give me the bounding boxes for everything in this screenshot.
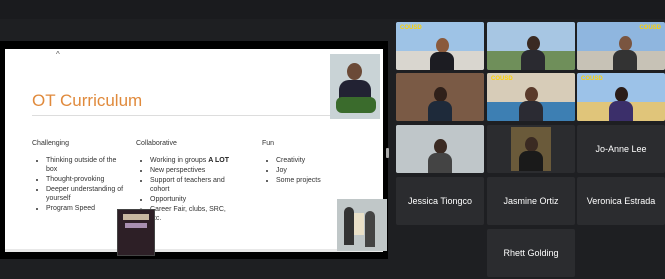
participant-video-tile[interactable] — [396, 73, 484, 121]
participant-video-tile[interactable] — [487, 22, 575, 70]
book-cover-band — [123, 214, 149, 220]
list-item: Opportunity — [150, 195, 236, 204]
column-heading: Collaborative — [136, 140, 177, 147]
list-item-text: Working in groups — [150, 157, 209, 164]
participant-name-tile[interactable]: Veronica Estrada — [577, 177, 665, 225]
participant-video-tile-active[interactable]: COUSD — [487, 73, 575, 121]
brand-label: COUSD — [400, 25, 422, 31]
participant-name: Jasmine Ortiz — [503, 196, 559, 206]
list-item: Thought-provoking — [46, 175, 127, 184]
column-heading: Fun — [262, 140, 275, 147]
presentation-slide: ^ OT Curriculum Challenging Thinking out… — [5, 49, 387, 256]
slide-title: OT Curriculum — [32, 91, 143, 110]
list-item: Program Speed — [46, 204, 127, 213]
list-item: Deeper understanding of yourself — [46, 185, 127, 203]
participant-figure — [609, 85, 633, 121]
column-fun: Fun Creativity Joy Some projects — [262, 139, 332, 186]
panel-resize-handle[interactable] — [386, 148, 389, 158]
column-heading: Challenging — [32, 140, 69, 147]
participant-name: Rhett Golding — [503, 248, 559, 258]
list-item-emphasis: A LOT — [208, 157, 229, 164]
participant-video-tile[interactable] — [487, 125, 575, 173]
shared-screen: ^ OT Curriculum Challenging Thinking out… — [0, 41, 388, 259]
photo-person — [344, 207, 354, 245]
participant-video-tile[interactable]: COUSD — [577, 22, 665, 70]
plant-image — [336, 97, 376, 113]
participant-figure — [428, 85, 452, 121]
column-challenging: Challenging Thinking outside of the box … — [32, 139, 127, 214]
participant-figure — [519, 85, 543, 121]
presenter-head — [347, 63, 362, 80]
list-item: Support of teachers and cohort — [150, 176, 236, 194]
list-item: Some projects — [276, 176, 332, 185]
participant-name: Veronica Estrada — [586, 196, 656, 206]
photo-person — [365, 211, 375, 247]
participant-video-tile[interactable] — [396, 125, 484, 173]
top-bar — [0, 0, 665, 19]
participant-figure — [521, 34, 545, 70]
participant-name-tile[interactable]: Jo-Anne Lee — [577, 125, 665, 173]
participant-video-tile[interactable]: COUSD — [577, 73, 665, 121]
participant-name-tile[interactable]: Jasmine Ortiz — [487, 177, 575, 225]
list-item: Thinking outside of the box — [46, 156, 127, 174]
book-image — [117, 209, 155, 256]
brand-label: COUSD — [581, 76, 603, 82]
participant-name: Jo-Anne Lee — [595, 144, 647, 154]
slide-divider — [32, 115, 377, 116]
participant-name-tile[interactable]: Jessica Tiongco — [396, 177, 484, 225]
participant-name: Jessica Tiongco — [407, 196, 473, 206]
participant-figure — [613, 34, 637, 70]
cursor-icon: ^ — [56, 50, 60, 59]
participant-figure — [428, 137, 452, 173]
list-item: New perspectives — [150, 166, 236, 175]
brand-label: COUSD — [639, 25, 661, 31]
participant-figure — [430, 36, 454, 70]
sub-list-item: Career Fair, clubs, SRC, etc. — [150, 205, 236, 223]
photo-sign — [354, 213, 364, 235]
brand-label: COUSD — [491, 76, 513, 82]
book-cover-band — [125, 223, 147, 228]
list-item: Joy — [276, 166, 332, 175]
participant-video-tile[interactable]: COUSD — [396, 22, 484, 70]
list-item: Creativity — [276, 156, 332, 165]
participant-figure — [519, 135, 543, 171]
presenter-video — [330, 54, 380, 119]
event-photo — [337, 199, 387, 251]
list-item: Working in groups A LOT — [150, 156, 236, 165]
participant-name-tile[interactable]: Rhett Golding — [487, 229, 575, 277]
